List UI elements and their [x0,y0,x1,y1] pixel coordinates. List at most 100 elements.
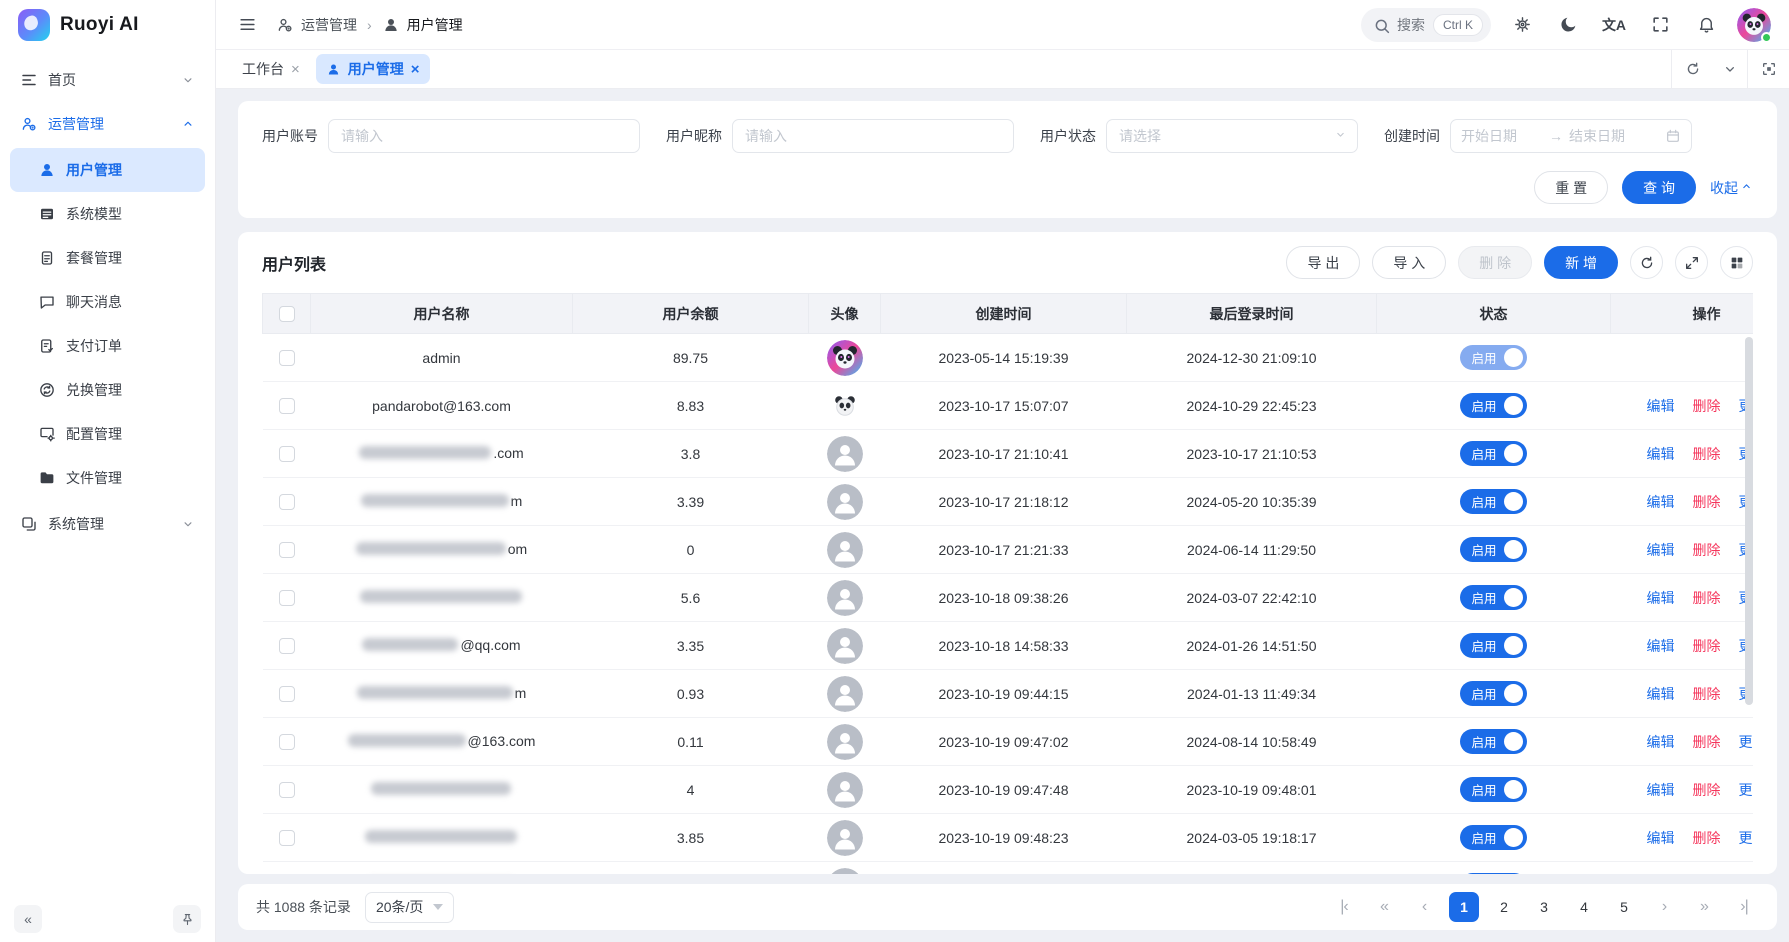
status-toggle[interactable]: 启用 [1460,825,1526,850]
status-toggle[interactable]: 启用 [1460,489,1526,514]
sidebar-item-home[interactable]: 首页 [10,58,205,102]
status-toggle[interactable]: 启用 [1460,441,1526,466]
edit-link[interactable]: 编辑 [1647,830,1675,846]
language-translate-icon[interactable]: 文A [1599,10,1629,40]
status-toggle[interactable]: 启用 [1460,777,1526,802]
sidebar-item-package-management[interactable]: 套餐管理 [10,236,205,280]
sidebar-item-system-model[interactable]: 系统模型 [10,192,205,236]
edit-link[interactable]: 编辑 [1647,638,1675,654]
page-button-5[interactable]: 5 [1609,892,1639,922]
next-10-button[interactable]: » [1689,892,1719,922]
export-button[interactable]: 导 出 [1286,246,1360,279]
sidebar-item-config-management[interactable]: 配置管理 [10,412,205,456]
delete-link[interactable]: 删除 [1693,590,1721,606]
delete-link[interactable]: 删除 [1693,398,1721,414]
row-checkbox[interactable] [279,638,295,654]
fullscreen-icon[interactable] [1645,10,1675,40]
row-checkbox[interactable] [279,350,295,366]
status-toggle[interactable]: 启用 [1460,729,1526,754]
select-all-checkbox[interactable] [279,306,295,322]
edit-link[interactable]: 编辑 [1647,782,1675,798]
sidebar-item-file-management[interactable]: 文件管理 [10,456,205,500]
status-toggle[interactable]: 启用 [1460,585,1526,610]
edit-link[interactable]: 编辑 [1647,686,1675,702]
tab-workbench[interactable]: 工作台× [232,54,310,84]
status-toggle[interactable]: 启用 [1460,537,1526,562]
page-button-3[interactable]: 3 [1529,892,1559,922]
tab-user-management[interactable]: 用户管理× [316,54,430,84]
row-checkbox[interactable] [279,398,295,414]
page-button-1[interactable]: 1 [1449,892,1479,922]
global-search-input[interactable]: 搜索 Ctrl K [1361,8,1491,42]
status-toggle[interactable]: 启用 [1460,345,1526,370]
delete-link[interactable]: 删除 [1693,830,1721,846]
edit-link[interactable]: 编辑 [1647,494,1675,510]
refresh-icon[interactable] [1671,50,1713,88]
sidebar-item-system-management[interactable]: 系统管理 [10,502,205,546]
row-checkbox[interactable] [279,542,295,558]
date-range-picker[interactable]: → [1450,119,1692,153]
search-button[interactable]: 查 询 [1622,171,1696,204]
edit-link[interactable]: 编辑 [1647,734,1675,750]
delete-link[interactable]: 删除 [1693,734,1721,750]
status-toggle[interactable]: 启用 [1460,393,1526,418]
page-button-2[interactable]: 2 [1489,892,1519,922]
table-columns-icon[interactable] [1720,246,1753,279]
dark-mode-moon-icon[interactable] [1553,10,1583,40]
more-link[interactable]: 更多 [1739,734,1754,750]
delete-link[interactable]: 删除 [1693,686,1721,702]
table-fullscreen-icon[interactable] [1675,246,1708,279]
collapse-toggle[interactable]: 收起 [1710,178,1753,198]
more-link[interactable]: 更多 [1739,830,1754,846]
start-date-input[interactable] [1461,128,1543,144]
edit-link[interactable]: 编辑 [1647,590,1675,606]
sidebar-item-operations[interactable]: 运营管理 [10,102,205,146]
edit-link[interactable]: 编辑 [1647,446,1675,462]
edit-link[interactable]: 编辑 [1647,542,1675,558]
page-size-select[interactable]: 20条/页 [365,892,454,923]
row-checkbox[interactable] [279,830,295,846]
sidebar-item-chat-messages[interactable]: 聊天消息 [10,280,205,324]
account-input[interactable] [328,119,640,153]
row-checkbox[interactable] [279,494,295,510]
prev-page-button[interactable]: ‹ [1409,892,1439,922]
close-icon[interactable]: × [411,62,420,77]
notifications-bell-icon[interactable] [1691,10,1721,40]
status-select[interactable]: 请选择 [1106,119,1358,153]
close-icon[interactable]: × [291,62,300,77]
breadcrumb-item[interactable]: 运营管理 [301,15,357,35]
delete-link[interactable]: 删除 [1693,782,1721,798]
more-link[interactable]: 更多 [1739,782,1754,798]
delete-link[interactable]: 删除 [1693,494,1721,510]
content-fullscreen-icon[interactable] [1747,50,1789,88]
row-checkbox[interactable] [279,734,295,750]
hamburger-menu-icon[interactable] [232,10,262,40]
import-button[interactable]: 导 入 [1372,246,1446,279]
last-page-button[interactable]: ›| [1729,892,1759,922]
sidebar-item-user-management[interactable]: 用户管理 [10,148,205,192]
row-checkbox[interactable] [279,446,295,462]
status-toggle[interactable]: 启用 [1460,873,1526,874]
page-button-4[interactable]: 4 [1569,892,1599,922]
sidebar-item-redeem-management[interactable]: 兑换管理 [10,368,205,412]
nickname-input[interactable] [732,119,1014,153]
chevron-down-icon[interactable] [1713,50,1747,88]
user-avatar[interactable] [1737,8,1771,42]
delete-link[interactable]: 删除 [1693,638,1721,654]
delete-link[interactable]: 删除 [1693,542,1721,558]
next-page-button[interactable]: › [1649,892,1679,922]
add-button[interactable]: 新 增 [1544,246,1618,279]
delete-link[interactable]: 删除 [1693,446,1721,462]
table-refresh-icon[interactable] [1630,246,1663,279]
status-toggle[interactable]: 启用 [1460,633,1526,658]
row-checkbox[interactable] [279,590,295,606]
row-checkbox[interactable] [279,782,295,798]
sidebar-pin-button[interactable] [173,905,201,933]
first-page-button[interactable]: |‹ [1329,892,1359,922]
reset-button[interactable]: 重 置 [1534,171,1608,204]
delete-button[interactable]: 删 除 [1458,246,1532,279]
prev-10-button[interactable]: « [1369,892,1399,922]
edit-link[interactable]: 编辑 [1647,398,1675,414]
status-toggle[interactable]: 启用 [1460,681,1526,706]
settings-gear-icon[interactable] [1507,10,1537,40]
